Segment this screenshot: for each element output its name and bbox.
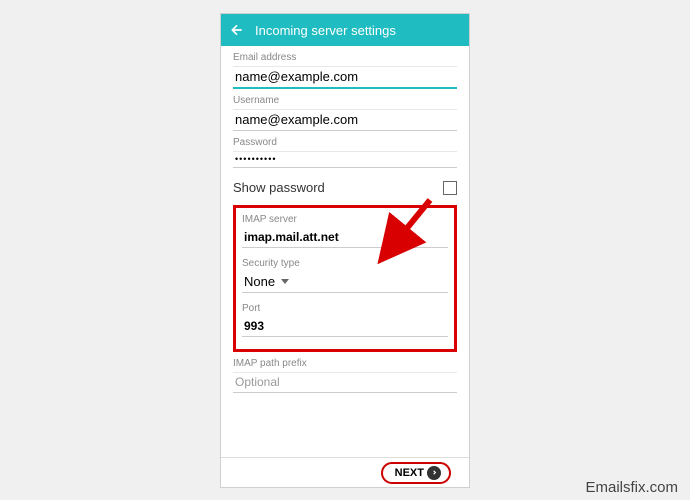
security-label: Security type [242, 258, 448, 269]
password-field[interactable]: •••••••••• [233, 151, 457, 168]
security-value: None [244, 274, 275, 289]
prefix-group: IMAP path prefix Optional [233, 358, 457, 393]
username-field[interactable] [233, 109, 457, 131]
form-content: Email address Username Password ••••••••… [221, 46, 469, 393]
watermark: Emailsfix.com [585, 479, 678, 496]
page-title: Incoming server settings [255, 23, 396, 38]
show-password-label: Show password [233, 180, 325, 195]
port-field[interactable] [242, 317, 448, 337]
app-header: Incoming server settings [221, 14, 469, 46]
password-label: Password [233, 137, 457, 148]
next-label: NEXT [395, 467, 424, 479]
username-label: Username [233, 95, 457, 106]
back-arrow-icon[interactable] [229, 22, 245, 38]
phone-frame: Incoming server settings Email address U… [220, 13, 470, 488]
show-password-row: Show password [233, 180, 457, 195]
imap-server-label: IMAP server [242, 214, 448, 225]
email-group: Email address [233, 52, 457, 89]
port-group: Port [242, 303, 448, 337]
footer-bar: NEXT [221, 457, 469, 487]
email-field[interactable] [233, 66, 457, 89]
next-button[interactable]: NEXT [381, 462, 451, 484]
email-label: Email address [233, 52, 457, 63]
prefix-field[interactable]: Optional [233, 372, 457, 393]
imap-server-group: IMAP server [242, 214, 448, 248]
chevron-right-icon [427, 466, 441, 480]
security-dropdown[interactable]: None [242, 272, 448, 293]
security-group: Security type None [242, 258, 448, 293]
prefix-label: IMAP path prefix [233, 358, 457, 369]
show-password-checkbox[interactable] [443, 181, 457, 195]
username-group: Username [233, 95, 457, 131]
port-label: Port [242, 303, 448, 314]
imap-server-field[interactable] [242, 228, 448, 248]
chevron-down-icon [281, 279, 289, 284]
highlighted-section: IMAP server Security type None Port [233, 205, 457, 352]
password-group: Password •••••••••• [233, 137, 457, 168]
